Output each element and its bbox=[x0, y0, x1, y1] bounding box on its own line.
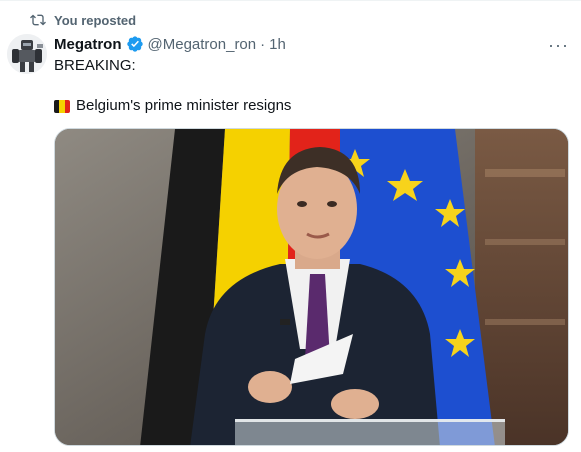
repost-icon bbox=[30, 12, 46, 28]
robot-avatar-icon bbox=[7, 34, 47, 74]
more-options-icon[interactable]: ··· bbox=[548, 35, 569, 56]
belgium-flag-icon bbox=[54, 99, 70, 113]
verified-badge-icon bbox=[126, 35, 144, 53]
tweet-card[interactable]: You reposted Megatron @Megatron_ron · 1h… bbox=[0, 0, 581, 452]
timestamp[interactable]: 1h bbox=[269, 36, 286, 53]
avatar[interactable] bbox=[7, 34, 47, 74]
tweet-text-line-1: BREAKING: bbox=[54, 57, 136, 74]
tweet-text: Belgium's prime minister resigns bbox=[76, 97, 292, 114]
tweet-header: Megatron @Megatron_ron · 1h bbox=[54, 34, 563, 54]
tweet-text-line-2: Belgium's prime minister resigns bbox=[54, 96, 291, 116]
repost-label: You reposted bbox=[54, 12, 137, 28]
author-handle[interactable]: @Megatron_ron bbox=[148, 36, 257, 53]
separator-dot: · bbox=[260, 35, 266, 53]
tweet-media-photo[interactable] bbox=[54, 128, 569, 446]
repost-indicator[interactable]: You reposted bbox=[30, 11, 136, 29]
press-photo-icon bbox=[55, 129, 568, 445]
author-name[interactable]: Megatron bbox=[54, 36, 122, 53]
